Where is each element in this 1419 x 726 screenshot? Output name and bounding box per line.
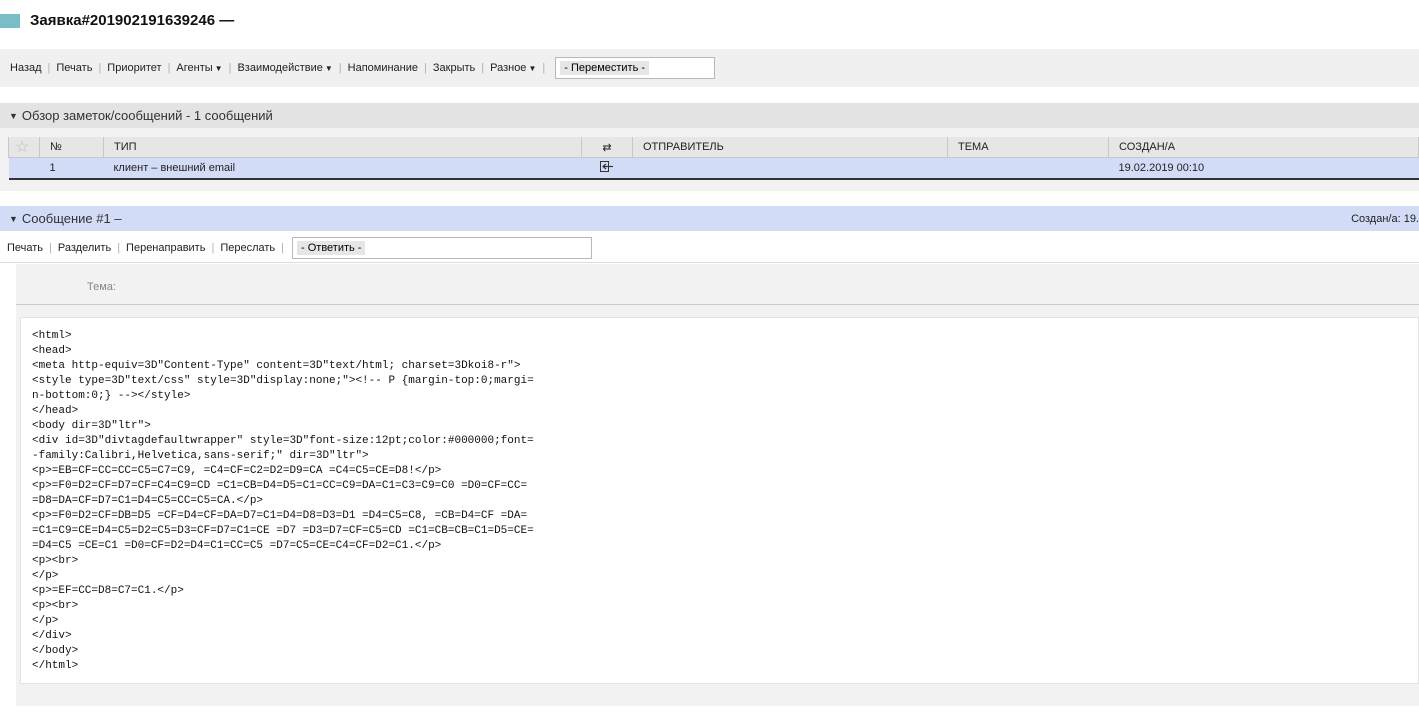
table-row[interactable]: 1 клиент – внешний email 19.02.2019 00:1… [8, 157, 1419, 180]
caret-down-icon: ▼ [528, 64, 537, 73]
column-header-type[interactable]: ТИП [103, 137, 582, 158]
message-body-box: <html> <head> <meta http-equiv=3D"Conten… [20, 317, 1419, 684]
star-column-header[interactable]: ☆ [8, 137, 40, 158]
swap-arrows-icon: ⇄ [602, 141, 612, 154]
interaction-menu[interactable]: Взаимодействие ▼ [231, 62, 338, 74]
inbound-arrow-svg [600, 160, 613, 172]
separator: | [281, 241, 284, 254]
subject-label: Тема: [87, 281, 116, 293]
divider [16, 304, 1419, 305]
reply-select[interactable]: - Ответить - [292, 236, 592, 259]
caret-down-icon: ▼ [324, 64, 333, 73]
column-header-num[interactable]: № [39, 137, 104, 158]
back-button[interactable]: Назад [4, 62, 48, 74]
row-type: клиент – внешний email [103, 157, 582, 180]
notes-section-title: Обзор заметок/сообщений - 1 сообщений [21, 108, 273, 123]
star-icon: ☆ [15, 139, 30, 156]
inbound-icon [581, 157, 633, 180]
close-button[interactable]: Закрыть [427, 62, 481, 74]
caret-down-icon: ▼ [214, 64, 223, 73]
misc-menu[interactable]: Разное ▼ [484, 62, 542, 74]
notes-section-header[interactable]: ▼ Обзор заметок/сообщений - 1 сообщений [0, 103, 1419, 128]
collapse-triangle-icon: ▼ [9, 213, 18, 224]
message-print-button[interactable]: Печать [1, 242, 49, 254]
message-created-info: Создан/а: 19. [1351, 212, 1419, 225]
reminder-button[interactable]: Напоминание [342, 62, 424, 74]
message-title: Сообщение #1 – [21, 211, 122, 226]
star-cell [8, 157, 40, 180]
agents-menu[interactable]: Агенты ▼ [170, 62, 228, 74]
priority-button[interactable]: Приоритет [101, 62, 167, 74]
message-section-header[interactable]: ▼ Сообщение #1 – Создан/а: 19. [0, 206, 1419, 231]
row-sender [632, 157, 948, 180]
message-toolbar: Печать | Разделить | Перенаправить | Пересл… [0, 233, 1419, 263]
message-body-source: <html> <head> <meta http-equiv=3D"Conten… [32, 330, 534, 672]
forward-button[interactable]: Переслать [214, 242, 281, 254]
row-created: 19.02.2019 00:10 [1108, 157, 1419, 180]
column-header-sender[interactable]: ОТПРАВИТЕЛЬ [632, 137, 948, 158]
collapse-triangle-icon: ▼ [9, 110, 18, 121]
split-button[interactable]: Разделить [52, 242, 117, 254]
separator: | [542, 62, 546, 74]
row-subject [947, 157, 1109, 180]
move-select[interactable]: - Переместить - [555, 57, 716, 79]
page-title: Заявка#201902191639246 — [30, 12, 235, 29]
row-num: 1 [39, 157, 104, 180]
ticket-color-marker [0, 14, 20, 28]
notes-table-container: ☆ № ТИП ⇄ ОТПРАВИТЕЛЬ ТЕМА СОЗДАН/А 1 кл… [0, 128, 1419, 191]
print-button[interactable]: Печать [50, 62, 98, 74]
title-bar: Заявка#201902191639246 — [0, 0, 1419, 44]
redirect-button[interactable]: Перенаправить [120, 242, 211, 254]
column-header-subject[interactable]: ТЕМА [947, 137, 1109, 158]
ticket-action-toolbar: Назад | Печать | Приоритет | Агенты ▼ | Взаим… [0, 49, 1419, 87]
column-header-created[interactable]: СОЗДАН/А [1108, 137, 1419, 158]
direction-column-header[interactable]: ⇄ [581, 137, 633, 158]
notes-table: ☆ № ТИП ⇄ ОТПРАВИТЕЛЬ ТЕМА СОЗДАН/А 1 кл… [8, 137, 1419, 180]
